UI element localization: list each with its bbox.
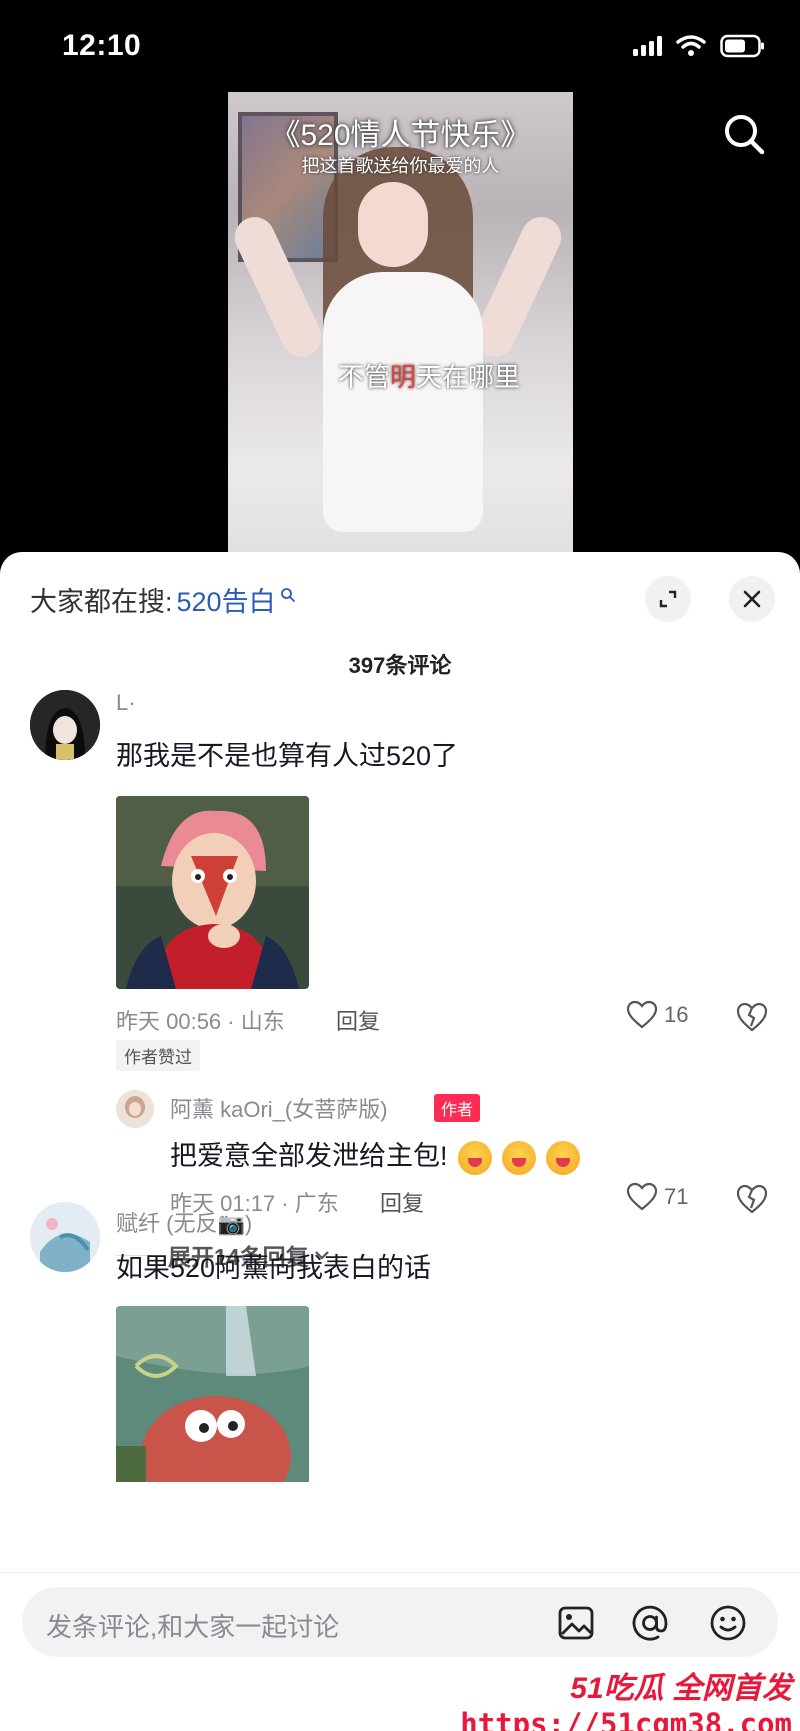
wifi-icon	[676, 35, 706, 56]
figure-arm-right	[468, 210, 568, 364]
lyric-pre: 不管	[338, 362, 391, 392]
comment-meta: 昨天 00:56 · 山东	[116, 1009, 285, 1034]
dislike-icon[interactable]	[735, 1000, 769, 1034]
like-count: 16	[664, 1002, 689, 1027]
video-lyric: 不管明天在哪里	[338, 357, 520, 394]
comment-count: 397条评论	[348, 653, 452, 678]
reply-avatar[interactable]	[116, 1090, 154, 1128]
watermark-brand: 51吃瓜 全网首发	[570, 1672, 792, 1705]
trending-keyword[interactable]: 520告白	[177, 580, 276, 619]
avatar[interactable]	[30, 1202, 100, 1272]
video-subtitle: 把这首歌送给你最爱的人	[301, 156, 500, 176]
image-icon[interactable]	[556, 1603, 596, 1643]
trending-search[interactable]: 大家都在搜: 520告白	[30, 580, 296, 619]
reply-like-count: 71	[664, 1184, 689, 1209]
lyric-highlight: 明	[390, 362, 417, 392]
status-bar: 12:10	[0, 0, 800, 92]
figure-dress	[323, 272, 483, 532]
comment-image[interactable]	[116, 796, 309, 989]
comment-input-bar: 发条评论,和大家一起讨论 51吃瓜 全网首发 https://51cgm38.c…	[0, 1572, 800, 1731]
close-panel-button[interactable]	[729, 576, 775, 622]
flushed-emoji-icon	[457, 1140, 492, 1175]
reply-like-button[interactable]: 71	[626, 1182, 688, 1212]
flushed-emoji-icon	[545, 1140, 580, 1175]
reply-reply-button[interactable]: 回复	[380, 1186, 424, 1218]
comment-panel: 大家都在搜: 520告白 397条评论 L· 那我是不是也算有人过520了 昨天…	[0, 552, 800, 1731]
reply-text-content: 把爱意全部发泄给主包!	[170, 1141, 448, 1171]
battery-icon	[720, 34, 764, 58]
reply-author[interactable]: 阿薰 kaOri_(女菩萨版)	[170, 1092, 388, 1124]
video-frame[interactable]: 《520情人节快乐》 把这首歌送给你最爱的人 不管明天在哪里	[228, 92, 573, 562]
author-tag: 作者	[434, 1094, 481, 1122]
close-icon	[743, 590, 761, 608]
reply-button[interactable]: 回复	[336, 1004, 380, 1036]
small-search-icon	[280, 587, 295, 602]
flushed-emoji-icon	[501, 1140, 536, 1175]
emoji-icon[interactable]	[708, 1603, 748, 1643]
heart-icon	[626, 1182, 658, 1211]
reply-avatar-image	[116, 1090, 154, 1128]
mention-icon[interactable]	[630, 1603, 670, 1643]
comment-text: 如果520阿薰向我表白的话	[116, 1253, 432, 1283]
lyric-post: 天在哪里	[416, 362, 521, 392]
like-button[interactable]: 16	[626, 1000, 688, 1030]
comment-author[interactable]: L·	[116, 690, 136, 716]
expand-icon	[659, 590, 677, 608]
comment-input-placeholder: 发条评论,和大家一起讨论	[46, 1612, 340, 1642]
expand-panel-button[interactable]	[645, 576, 691, 622]
video-player[interactable]: 《520情人节快乐》 把这首歌送给你最爱的人 不管明天在哪里	[0, 92, 800, 562]
search-icon[interactable]	[720, 110, 770, 160]
trending-label: 大家都在搜:	[30, 587, 173, 617]
dislike-icon[interactable]	[735, 1182, 769, 1216]
panel-header: 大家都在搜: 520告白	[0, 552, 800, 644]
reply-text: 把爱意全部发泄给主包!	[170, 1134, 580, 1175]
watermark-url: https://51cgm38.com	[460, 1707, 792, 1731]
author-liked-badge: 作者赞过	[116, 1040, 200, 1071]
anime-character-image	[116, 796, 309, 989]
watermark: 51吃瓜 全网首发 https://51cgm38.com	[460, 1663, 792, 1731]
status-time: 12:10	[62, 29, 142, 62]
avatar[interactable]	[30, 690, 100, 760]
cartoon-image	[116, 1306, 309, 1482]
figure-face	[358, 182, 428, 267]
status-icons	[633, 34, 766, 58]
avatar-image	[30, 1202, 100, 1272]
comment-input[interactable]: 发条评论,和大家一起讨论	[22, 1587, 778, 1657]
comment-image[interactable]	[116, 1306, 309, 1482]
comment-text: 那我是不是也算有人过520了	[116, 741, 459, 771]
video-title: 《520情人节快乐》	[270, 119, 531, 152]
avatar-image	[30, 690, 100, 760]
comment-author[interactable]: 赋纤 (无反📷)	[116, 1206, 252, 1238]
cellular-signal-icon	[633, 36, 662, 56]
heart-icon	[626, 1000, 658, 1029]
